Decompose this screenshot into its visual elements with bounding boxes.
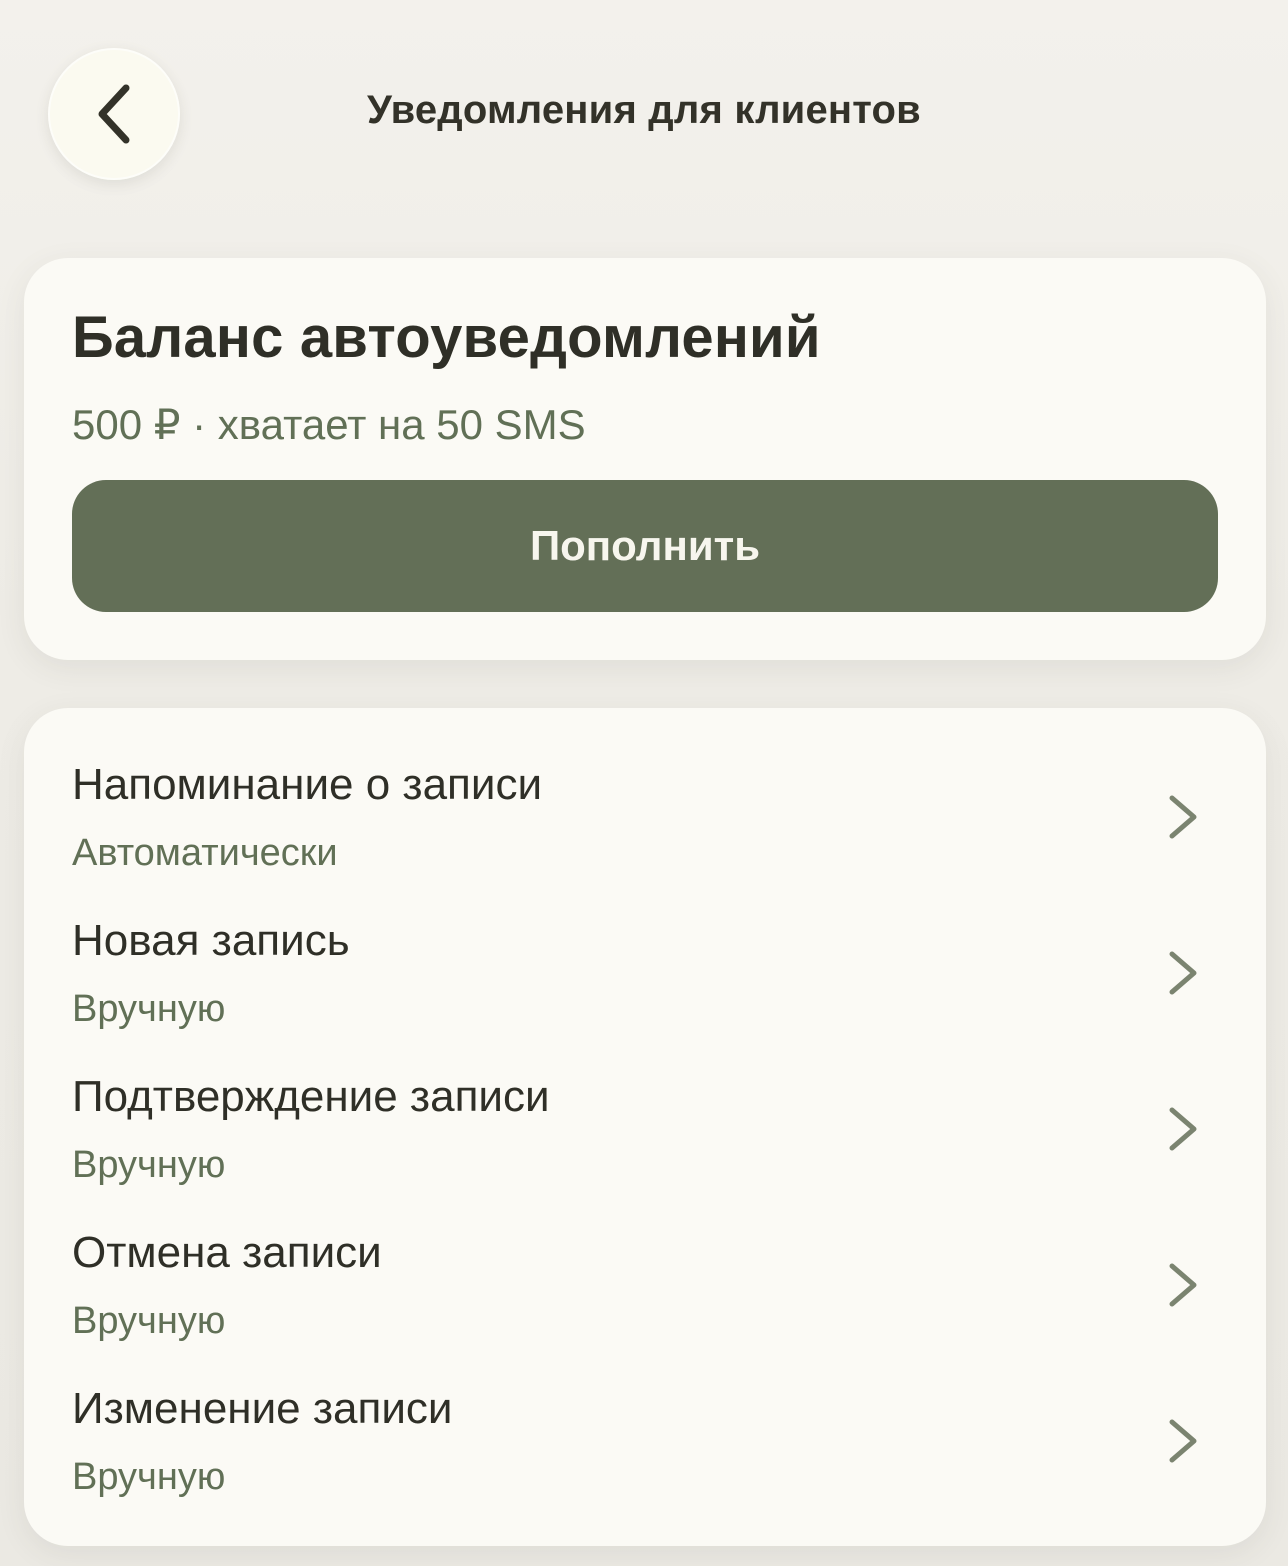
page-title: Уведомления для клиентов xyxy=(367,88,921,132)
chevron-right-icon xyxy=(1169,1107,1197,1151)
list-item-title: Отмена записи xyxy=(72,1228,382,1277)
chevron-right-icon xyxy=(1169,1263,1197,1307)
header: Уведомления для клиентов xyxy=(0,0,1288,230)
list-item-mode: Вручную xyxy=(72,1456,226,1498)
list-item-confirmation[interactable]: Подтверждение записи Вручную xyxy=(24,1020,1266,1186)
balance-card: Баланс автоуведомлений 500 ₽ · хватает н… xyxy=(24,258,1266,660)
topup-button[interactable]: Пополнить xyxy=(72,480,1218,612)
list-item-change[interactable]: Изменение записи Вручную xyxy=(24,1332,1266,1498)
balance-title: Баланс автоуведомлений xyxy=(72,305,821,370)
chevron-left-icon xyxy=(94,82,134,146)
list-item-title: Новая запись xyxy=(72,916,350,965)
chevron-right-icon xyxy=(1169,795,1197,839)
chevron-right-icon xyxy=(1169,951,1197,995)
list-item-cancellation[interactable]: Отмена записи Вручную xyxy=(24,1176,1266,1342)
back-button[interactable] xyxy=(48,48,180,180)
list-item-reminder[interactable]: Напоминание о записи Автоматически xyxy=(24,708,1266,874)
list-item-title: Напоминание о записи xyxy=(72,760,543,809)
list-item-new-booking[interactable]: Новая запись Вручную xyxy=(24,864,1266,1030)
notifications-list: Напоминание о записи Автоматически Новая… xyxy=(24,708,1266,1546)
page: Уведомления для клиентов Баланс автоувед… xyxy=(0,0,1288,1566)
list-item-title: Подтверждение записи xyxy=(72,1072,550,1121)
balance-subtitle: 500 ₽ · хватает на 50 SMS xyxy=(72,401,586,448)
list-item-title: Изменение записи xyxy=(72,1384,453,1433)
chevron-right-icon xyxy=(1169,1419,1197,1463)
